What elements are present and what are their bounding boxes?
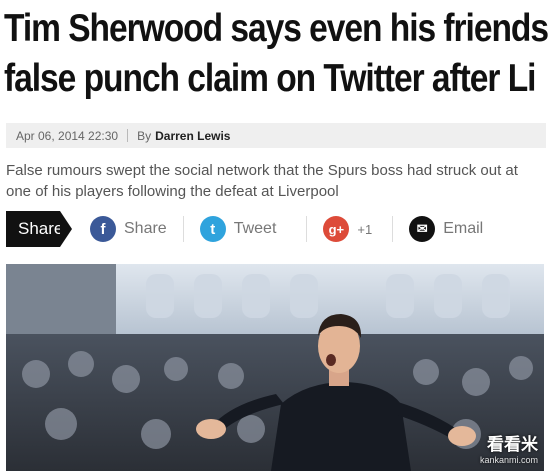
twitter-tweet-label: Tweet: [233, 220, 277, 237]
photo-illustration: [6, 264, 544, 471]
twitter-tweet-button[interactable]: t Tweet: [199, 211, 277, 247]
byline-prefix: By: [137, 128, 152, 143]
facebook-share-button[interactable]: f Share: [90, 211, 167, 247]
watermark-text: 看看米: [487, 435, 538, 454]
article-photo[interactable]: 看看米 kankanmi.com: [6, 264, 544, 471]
article-headline: Tim Sherwood says even his friends a fal…: [4, 4, 550, 104]
headline-line-2: false punch claim on Twitter after Li: [4, 57, 537, 100]
headline-line-1: Tim Sherwood says even his friends a: [4, 7, 550, 50]
watermark-url: kankanmi.com: [479, 455, 538, 465]
meta-divider: [127, 129, 129, 142]
author-link[interactable]: Darren Lewis: [155, 129, 230, 143]
google-plus-label: +1: [357, 221, 373, 237]
email-icon: ✉: [409, 216, 436, 242]
facebook-icon: f: [90, 216, 116, 242]
publish-date: Apr 06, 2014 22:30: [16, 128, 119, 143]
email-share-button[interactable]: ✉ Email: [409, 211, 483, 247]
google-plus-button[interactable]: g+ +1: [323, 211, 372, 247]
email-share-label: Email: [443, 220, 484, 237]
photo-watermark: 看看米 kankanmi.com: [480, 430, 538, 465]
twitter-icon: t: [199, 216, 226, 242]
article-meta-bar: Apr 06, 2014 22:30 By Darren Lewis: [6, 123, 546, 148]
article-standfirst: False rumours swept the social network t…: [6, 162, 518, 200]
share-divider: [306, 216, 308, 242]
share-label: Share: [6, 211, 72, 247]
facebook-share-label: Share: [124, 220, 167, 237]
google-plus-icon: g+: [323, 216, 350, 242]
share-divider: [182, 216, 184, 242]
share-bar: Share f Share t Tweet g+ +1 ✉ Email: [6, 211, 546, 247]
share-divider: [392, 216, 394, 242]
